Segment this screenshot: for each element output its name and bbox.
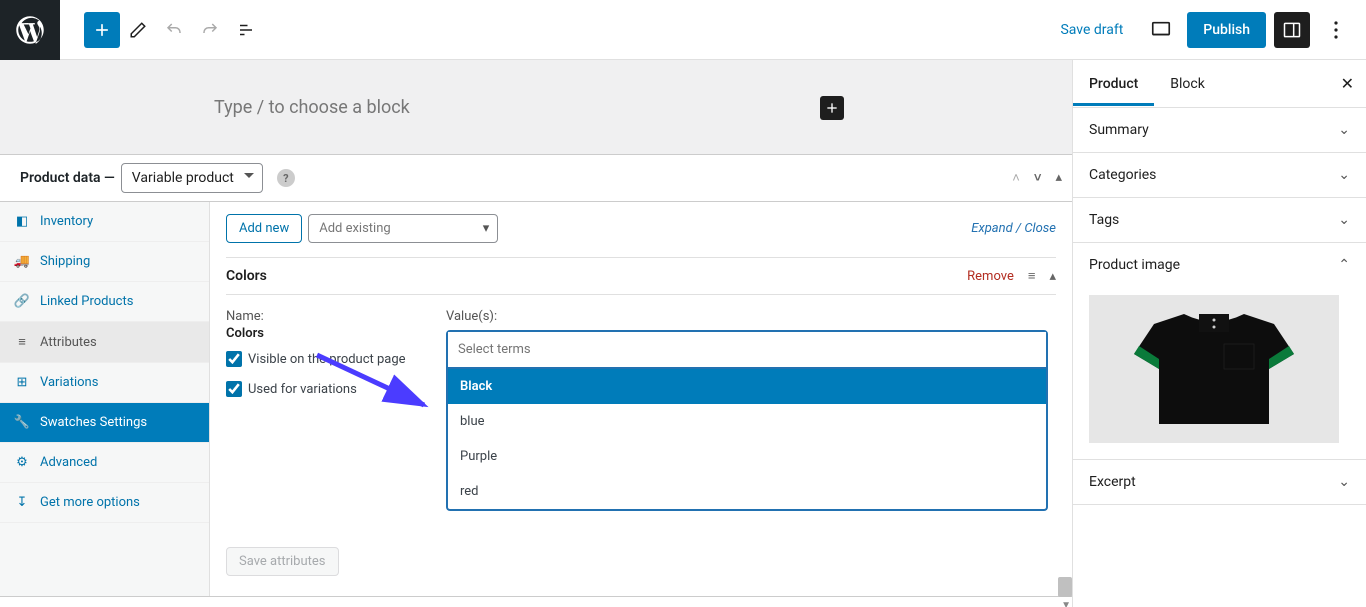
- name-label: Name:: [226, 309, 426, 324]
- tab-shipping[interactable]: 🚚 Shipping: [0, 242, 209, 282]
- wordpress-logo[interactable]: [0, 0, 60, 60]
- tab-attributes[interactable]: ≡ Attributes: [0, 322, 209, 363]
- used-variations-checkbox[interactable]: [226, 381, 242, 397]
- attribute-header: Colors Remove ≡ ▴: [226, 257, 1056, 294]
- wordpress-icon: [16, 16, 44, 44]
- block-placeholder[interactable]: Type / to choose a block: [0, 60, 1072, 154]
- tab-get-more-options[interactable]: ↧ Get more options: [0, 483, 209, 523]
- edit-icon[interactable]: [120, 12, 156, 48]
- chevron-down-icon: ⌄: [1338, 212, 1350, 228]
- list-icon: ≡: [14, 334, 30, 350]
- save-draft-button[interactable]: Save draft: [1048, 14, 1135, 46]
- remove-attribute-link[interactable]: Remove: [967, 269, 1014, 284]
- tab-inventory[interactable]: ◧ Inventory: [0, 202, 209, 242]
- product-data-tabs: ◧ Inventory 🚚 Shipping 🔗 Linked Products…: [0, 202, 210, 596]
- attribute-title: Colors: [226, 268, 267, 284]
- add-block-button[interactable]: [84, 12, 120, 48]
- drag-handle-icon[interactable]: ≡: [1028, 268, 1036, 284]
- product-data-header: Product data — Variable product ? ˄ ˅ ▴: [0, 154, 1072, 202]
- add-new-button[interactable]: Add new: [226, 214, 302, 243]
- product-type-select[interactable]: Variable product: [121, 163, 263, 193]
- editor-topbar: Save draft Publish: [0, 0, 1366, 60]
- dropdown-option-purple[interactable]: Purple: [448, 439, 1046, 474]
- dropdown-option-blue[interactable]: blue: [448, 404, 1046, 439]
- chevron-up-icon[interactable]: ˄: [1012, 170, 1020, 186]
- truck-icon: 🚚: [14, 254, 30, 269]
- select-terms-input-wrap[interactable]: [446, 330, 1048, 369]
- chevron-down-icon[interactable]: ˅: [1034, 170, 1042, 186]
- publish-button[interactable]: Publish: [1187, 12, 1266, 48]
- inventory-icon: ◧: [14, 214, 30, 229]
- visible-checkbox-row[interactable]: Visible on the product page: [226, 351, 426, 367]
- used-variations-checkbox-row[interactable]: Used for variations: [226, 381, 426, 397]
- settings-panel-toggle[interactable]: [1274, 12, 1310, 48]
- product-image-preview[interactable]: [1073, 287, 1366, 460]
- plus-icon: [824, 100, 840, 116]
- select-terms-input[interactable]: [448, 332, 1046, 367]
- wrench-icon: 🔧: [14, 415, 30, 430]
- dropdown-option-black[interactable]: Black: [448, 369, 1046, 404]
- undo-button[interactable]: [156, 12, 192, 48]
- chevron-down-icon: ⌄: [1338, 167, 1350, 183]
- terms-dropdown: Black blue Purple red: [446, 369, 1048, 511]
- panel-product-image[interactable]: Product image ⌃: [1073, 243, 1366, 287]
- chevron-up-icon: ⌃: [1338, 257, 1350, 273]
- panel-categories[interactable]: Categories ⌄: [1073, 153, 1366, 198]
- visible-checkbox[interactable]: [226, 351, 242, 367]
- download-icon: ↧: [14, 495, 30, 510]
- dropdown-option-red[interactable]: red: [448, 474, 1046, 509]
- preview-button[interactable]: [1143, 12, 1179, 48]
- product-type-value: Variable product: [132, 170, 234, 186]
- product-short-description-header: Product short description ? ˄ ˅ ▾: [0, 596, 1072, 607]
- document-outline-button[interactable]: [228, 12, 264, 48]
- attributes-panel: Add new Add existing Expand / Close Colo…: [210, 202, 1072, 596]
- link-icon: 🔗: [14, 294, 30, 309]
- add-existing-select[interactable]: Add existing: [308, 214, 498, 243]
- product-data-label: Product data —: [20, 170, 115, 186]
- tab-linked-products[interactable]: 🔗 Linked Products: [0, 282, 209, 322]
- placeholder-text: Type / to choose a block: [214, 97, 410, 118]
- editor-canvas: ▲ ▼ Type / to choose a block Product dat…: [0, 60, 1072, 607]
- gear-icon: ⚙: [14, 455, 30, 470]
- settings-sidebar: Product Block ✕ Summary ⌄ Categories ⌄ T…: [1072, 60, 1366, 607]
- sidebar-tab-product[interactable]: Product: [1073, 62, 1154, 106]
- save-attributes-button[interactable]: Save attributes: [226, 547, 339, 576]
- inline-add-block-button[interactable]: [820, 96, 844, 120]
- panel-summary[interactable]: Summary ⌄: [1073, 108, 1366, 153]
- panel-excerpt[interactable]: Excerpt ⌄: [1073, 460, 1366, 505]
- sidebar-tab-block[interactable]: Block: [1154, 62, 1221, 106]
- values-label: Value(s):: [446, 309, 1056, 324]
- plus-icon: [92, 20, 112, 40]
- expand-close-link[interactable]: Expand / Close: [971, 221, 1056, 236]
- tab-variations[interactable]: ⊞ Variations: [0, 363, 209, 403]
- grid-icon: ⊞: [14, 375, 30, 390]
- close-sidebar-button[interactable]: ✕: [1329, 74, 1366, 93]
- chevron-down-icon: ⌄: [1338, 474, 1350, 490]
- product-image-thumbnail: [1114, 304, 1314, 434]
- name-value: Colors: [226, 326, 426, 341]
- panel-tags[interactable]: Tags ⌄: [1073, 198, 1366, 243]
- chevron-down-icon: ⌄: [1338, 122, 1350, 138]
- more-options-button[interactable]: [1318, 12, 1354, 48]
- tab-advanced[interactable]: ⚙ Advanced: [0, 443, 209, 483]
- help-icon[interactable]: ?: [277, 169, 295, 187]
- caret-up-icon[interactable]: ▴: [1055, 170, 1062, 186]
- collapse-icon[interactable]: ▴: [1049, 269, 1056, 284]
- tab-swatches-settings[interactable]: 🔧 Swatches Settings: [0, 403, 209, 443]
- redo-button[interactable]: [192, 12, 228, 48]
